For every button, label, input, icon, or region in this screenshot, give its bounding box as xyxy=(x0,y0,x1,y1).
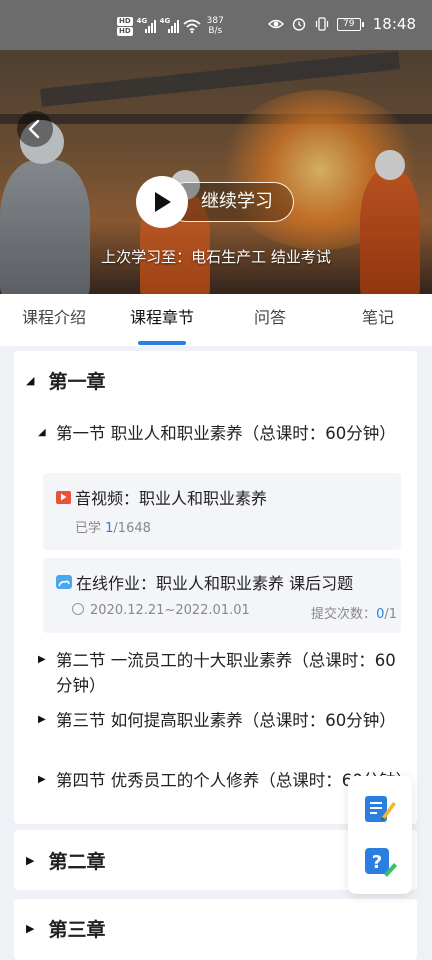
signal-2-label: 4G xyxy=(159,17,171,25)
wifi-icon xyxy=(183,19,201,33)
play-button[interactable] xyxy=(136,176,188,228)
chapter-title: 第二章 xyxy=(48,851,106,873)
chapter-card[interactable]: ▶ 第三章 xyxy=(14,899,417,960)
ask-question-button[interactable]: ? xyxy=(362,844,398,880)
status-bar-left: HD HD 4G 4G 387 B/s xyxy=(117,14,224,38)
question-edit-icon: ? xyxy=(365,848,397,877)
section-item[interactable]: ▶ 第二节 一流员工的十大职业素养（总课时：60分钟） xyxy=(38,648,408,698)
collapsed-triangle-icon: ▶ xyxy=(38,774,46,785)
chevron-left-icon xyxy=(28,119,40,139)
status-bar-right: 79 18:48 xyxy=(267,15,416,33)
clock-time: 18:48 xyxy=(372,15,416,33)
expanded-triangle-icon: ◢ xyxy=(26,374,35,387)
tab-label: 问答 xyxy=(253,308,286,327)
lesson-item-video[interactable]: 音视频：职业人和职业素养 已学 1/1648 xyxy=(43,473,401,550)
expanded-triangle-icon: ◢ xyxy=(38,427,46,438)
tab-label: 笔记 xyxy=(361,308,394,327)
lesson-title: 在线作业：职业人和职业素养 课后习题 xyxy=(76,574,354,593)
tab-label: 课程介绍 xyxy=(21,308,86,327)
speed-value: 387 xyxy=(206,16,224,26)
lesson-title: 音视频：职业人和职业素养 xyxy=(75,489,268,508)
course-tabs: 课程介绍 课程章节 问答 笔记 xyxy=(0,294,432,346)
collapsed-triangle-icon: ▶ xyxy=(38,654,46,665)
battery-icon: 79 xyxy=(336,17,364,31)
active-tab-indicator xyxy=(138,341,186,345)
chapter-header[interactable]: ◢ 第一章 xyxy=(26,367,105,394)
signal-1-label: 4G xyxy=(136,17,148,25)
floating-actions: ? xyxy=(348,776,412,894)
tab-course-intro[interactable]: 课程介绍 xyxy=(0,294,108,346)
tab-label: 课程章节 xyxy=(129,308,194,327)
svg-text:?: ? xyxy=(372,852,382,873)
tab-qa[interactable]: 问答 xyxy=(216,294,324,346)
lesson-progress: 已学 1/1648 xyxy=(75,521,151,536)
section-title: 第一节 职业人和职业素养（总课时：60分钟） xyxy=(56,424,396,443)
play-icon xyxy=(155,192,171,212)
vibrate-icon xyxy=(315,17,328,31)
submit-count: 提交次数：0/1 xyxy=(311,607,397,622)
eye-icon xyxy=(267,19,284,29)
take-note-button[interactable] xyxy=(362,790,398,826)
note-edit-icon xyxy=(365,796,396,822)
network-speed: 387 B/s xyxy=(207,16,224,36)
chapter-header[interactable]: ▶ 第二章 xyxy=(26,847,105,874)
lesson-row: 在线作业：职业人和职业素养 课后习题 xyxy=(56,570,353,594)
homework-icon xyxy=(56,575,72,589)
back-button[interactable] xyxy=(17,111,53,147)
continue-learning-button[interactable]: 继续学习 xyxy=(136,176,294,228)
speed-unit: B/s xyxy=(208,26,223,36)
section-title: 第三节 如何提高职业素养（总课时：60分钟） xyxy=(56,711,396,730)
chapter-card: ◢ 第一章 ◢ 第一节 职业人和职业素养（总课时：60分钟） 音视频：职业人和职… xyxy=(14,351,417,824)
status-bar: HD HD 4G 4G 387 B/s 79 18:48 xyxy=(0,0,432,50)
hd-badges: HD HD xyxy=(117,16,133,36)
course-hero-banner: 继续学习 上次学习至：电石生产工 结业考试 xyxy=(0,50,432,294)
video-icon xyxy=(56,490,71,504)
collapsed-triangle-icon: ▶ xyxy=(26,922,35,935)
alarm-icon xyxy=(292,18,305,31)
section-item[interactable]: ◢ 第一节 职业人和职业素养（总课时：60分钟） xyxy=(38,421,408,446)
section-title: 第二节 一流员工的十大职业素养（总课时：60分钟） xyxy=(56,651,396,695)
collapsed-triangle-icon: ▶ xyxy=(38,714,46,725)
lesson-item-homework[interactable]: 在线作业：职业人和职业素养 课后习题 2020.12.21~2022.01.01… xyxy=(43,558,401,633)
clock-icon xyxy=(72,603,84,615)
lesson-date-range: 2020.12.21~2022.01.01 xyxy=(72,603,250,618)
chapter-title: 第三章 xyxy=(48,919,106,941)
chapter-header[interactable]: ▶ 第三章 xyxy=(26,915,105,942)
hd-badge-bottom: HD xyxy=(117,26,133,36)
collapsed-triangle-icon: ▶ xyxy=(26,854,35,867)
signal-2-icon: 4G xyxy=(159,17,179,33)
lesson-row: 音视频：职业人和职业素养 xyxy=(56,485,267,509)
chapter-title: 第一章 xyxy=(48,371,106,393)
section-item[interactable]: ▶ 第三节 如何提高职业素养（总课时：60分钟） xyxy=(38,708,408,733)
last-learned-text: 上次学习至：电石生产工 结业考试 xyxy=(101,248,331,266)
tab-course-chapters[interactable]: 课程章节 xyxy=(108,294,216,346)
battery-level: 79 xyxy=(336,17,361,31)
signal-1-icon: 4G xyxy=(136,17,156,33)
tab-notes[interactable]: 笔记 xyxy=(324,294,432,346)
hd-badge-top: HD xyxy=(117,16,133,26)
